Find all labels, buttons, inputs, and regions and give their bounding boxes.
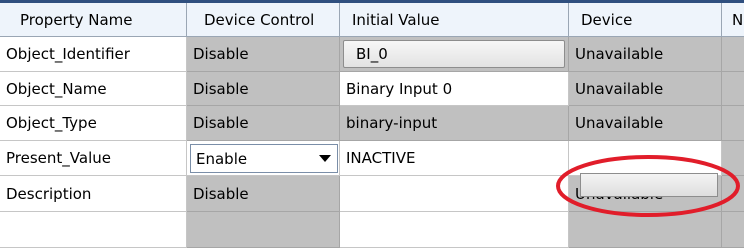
row-1-property-name: Object_Identifier [0, 37, 187, 72]
row-5-device-control: Disable [187, 176, 340, 212]
row-4-device-control-cell: Enable [187, 141, 340, 176]
row-6-property-name [0, 212, 187, 248]
row-4-initial-value[interactable]: INACTIVE [340, 141, 569, 176]
column-header-truncated[interactable]: N [722, 3, 744, 37]
row-1-extra [722, 37, 744, 72]
dropdown-value: Enable [196, 149, 248, 168]
row-3-device: Unavailable [569, 106, 722, 141]
row-1-device-control: Disable [187, 37, 340, 72]
initial-value-button[interactable]: BI_0 [343, 40, 565, 68]
row-1-initial-value-cell: BI_0 [340, 37, 569, 72]
row-3-extra [722, 106, 744, 141]
row-3-device-control: Disable [187, 106, 340, 141]
header-label: Device [581, 10, 633, 29]
row-1-device: Unavailable [569, 37, 722, 72]
header-label: N [732, 10, 744, 29]
header-label: Device Control [204, 10, 315, 29]
row-3-initial-value: binary-input [340, 106, 569, 141]
row-5-property-name: Description [0, 176, 187, 212]
header-label: Property Name [20, 10, 133, 29]
highlight-ellipse [556, 155, 740, 217]
row-2-device-control: Disable [187, 72, 340, 106]
row-6-device-control [187, 212, 340, 248]
row-3-property-name: Object_Type [0, 106, 187, 141]
row-4-property-name: Present_Value [0, 141, 187, 176]
row-2-extra [722, 72, 744, 106]
row-2-device: Unavailable [569, 72, 722, 106]
row-2-property-name: Object_Name [0, 72, 187, 106]
device-control-dropdown[interactable]: Enable [190, 144, 338, 173]
column-header-device-control[interactable]: Device Control [187, 3, 340, 37]
row-2-initial-value[interactable]: Binary Input 0 [340, 72, 569, 106]
row-5-initial-value[interactable] [340, 176, 569, 212]
header-label: Initial Value [352, 10, 440, 29]
column-header-initial-value[interactable]: Initial Value [340, 3, 569, 37]
column-header-property-name[interactable]: Property Name [0, 3, 187, 37]
row-6-initial-value [340, 212, 569, 248]
chevron-down-icon[interactable] [319, 155, 331, 162]
column-header-device[interactable]: Device [569, 3, 722, 37]
